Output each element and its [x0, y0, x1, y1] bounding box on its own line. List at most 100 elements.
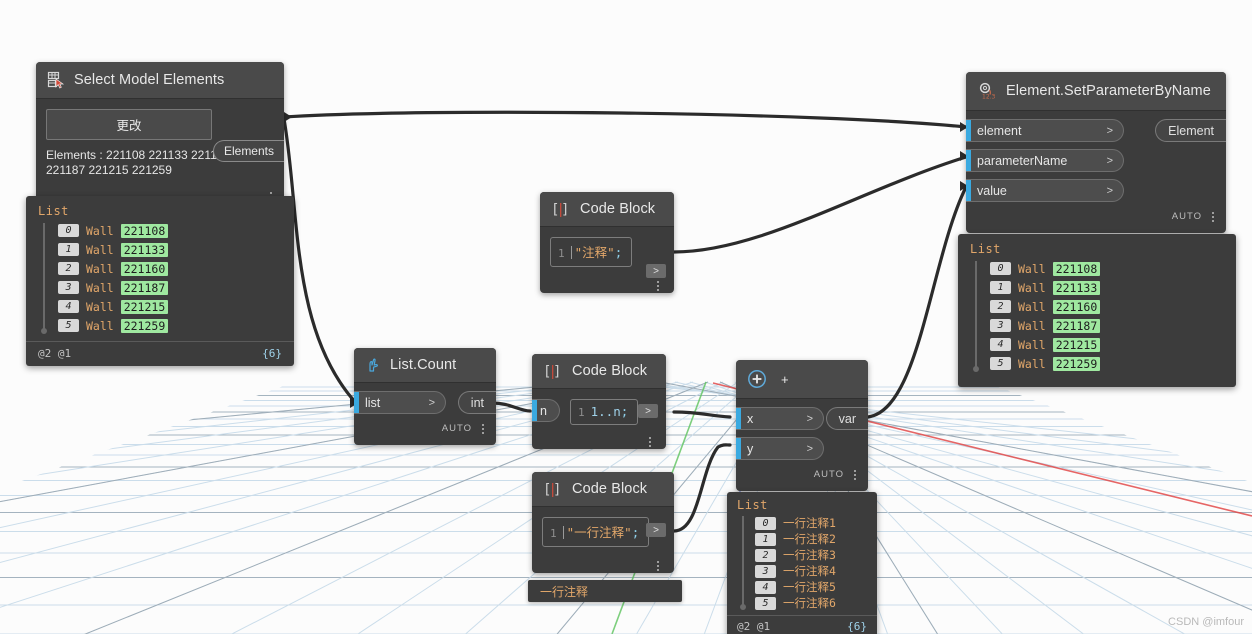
list-index: 2 — [755, 549, 776, 562]
node-menu-icon[interactable] — [854, 470, 856, 480]
code-block-icon: [ | ] — [551, 202, 571, 217]
node-title: List.Count — [390, 357, 456, 373]
node-menu-icon[interactable] — [657, 281, 659, 291]
list-item: 2 Wall 221160 — [38, 259, 282, 278]
port-label: parameterName — [977, 154, 1067, 168]
node-body: x > var y > AUTO — [736, 399, 868, 491]
list-value: 221160 — [121, 262, 169, 276]
output-port-int[interactable]: int — [458, 391, 496, 414]
node-plus[interactable]: + x > var y > AUTO — [736, 360, 868, 491]
chevron-right-icon: > — [807, 413, 813, 425]
output-port-caret[interactable]: > — [646, 264, 666, 278]
list-index: 3 — [755, 565, 776, 578]
node-title: Select Model Elements — [74, 72, 224, 88]
node-header[interactable]: Select Model Elements — [36, 62, 284, 99]
watch-rows: 0 Wall 221108 1 Wall 221133 2 Wall 22116… — [970, 259, 1224, 373]
node-list-count[interactable]: List.Count list > int AUTO — [354, 348, 496, 445]
output-port-elements[interactable]: Elements — [213, 140, 284, 162]
input-port-value[interactable]: value > — [966, 179, 1124, 202]
svg-text:]: ] — [553, 364, 561, 379]
input-port-element[interactable]: element > — [966, 119, 1124, 142]
list-index: 1 — [755, 533, 776, 546]
node-menu-icon[interactable] — [657, 561, 659, 571]
select-model-elements-icon — [47, 71, 65, 89]
code-editor[interactable]: 11..n; — [570, 399, 638, 425]
list-value: 221160 — [1053, 300, 1101, 314]
tooltip-text: 一行注释 — [540, 583, 588, 600]
list-value: 一行注释5 — [783, 579, 836, 595]
list-index: 5 — [990, 357, 1011, 370]
input-port-list[interactable]: list > — [354, 391, 446, 414]
list-item: 4 Wall 221215 — [38, 297, 282, 316]
list-type: Wall — [86, 300, 114, 314]
list-item: 3 一行注释4 — [737, 563, 867, 579]
list-item: 2 一行注释3 — [737, 547, 867, 563]
watch-node-bottom[interactable]: List 0 一行注释1 1 一行注释2 2 一行注释3 3 一行注释4 — [727, 492, 877, 634]
chevron-right-icon: > — [807, 443, 813, 455]
list-type: Wall — [1018, 338, 1046, 352]
output-port-caret[interactable]: > — [646, 523, 666, 537]
list-item: 0 Wall 221108 — [38, 221, 282, 240]
list-index: 1 — [58, 243, 79, 256]
node-element-set-parameter-by-name[interactable]: 12.3 Element.SetParameterByName element … — [966, 72, 1226, 233]
input-port-n[interactable]: n — [532, 399, 560, 422]
node-footer: AUTO — [736, 467, 868, 487]
change-button[interactable]: 更改 — [46, 109, 212, 140]
port-row-value: value > — [966, 179, 1226, 202]
list-value: 221187 — [1053, 319, 1101, 333]
watch-node-left[interactable]: List 0 Wall 221108 1 Wall 221133 2 Wall … — [26, 196, 294, 366]
node-code-block-line-comment[interactable]: [ | ] Code Block 1"一行注释"; > — [532, 472, 674, 573]
list-type: Wall — [86, 281, 114, 295]
output-port-var[interactable]: var — [826, 407, 868, 430]
node-title: Code Block — [572, 363, 647, 379]
port-row-element: element > Element — [966, 119, 1226, 142]
node-title: Code Block — [572, 481, 647, 497]
input-port-y[interactable]: y > — [736, 437, 824, 460]
list-value: 221259 — [121, 319, 169, 333]
code-editor[interactable]: 1"一行注释"; — [542, 517, 649, 547]
input-port-x[interactable]: x > — [736, 407, 824, 430]
list-item: 1 一行注释2 — [737, 531, 867, 547]
node-header[interactable]: [ | ] Code Block — [540, 192, 674, 227]
list-index: 1 — [990, 281, 1011, 294]
list-value: 221133 — [121, 243, 169, 257]
code-editor[interactable]: 1"注释"; — [550, 237, 632, 267]
list-item: 5 Wall 221259 — [38, 316, 282, 335]
port-label: x — [747, 412, 753, 426]
node-header[interactable]: 12.3 Element.SetParameterByName — [966, 72, 1226, 111]
list-count-icon — [365, 357, 381, 373]
node-code-block-comment[interactable]: [ | ] Code Block 1"注释"; > — [540, 192, 674, 293]
list-type: Wall — [1018, 300, 1046, 314]
output-port-element[interactable]: Element — [1155, 119, 1226, 142]
code-terminator: ; — [615, 245, 623, 260]
dynamo-canvas[interactable]: Select Model Elements 更改 Elements Elemen… — [0, 0, 1252, 634]
execution-mode-label[interactable]: AUTO — [1172, 211, 1202, 222]
list-index: 5 — [755, 597, 776, 610]
list-value: 一行注释2 — [783, 531, 836, 547]
node-code-block-range[interactable]: [ | ] Code Block n 11..n; > — [532, 354, 666, 449]
watch-node-right[interactable]: List 0 Wall 221108 1 Wall 221133 2 Wall … — [958, 234, 1236, 387]
node-body: 1"注释"; > — [540, 227, 674, 293]
port-label: y — [747, 442, 753, 456]
list-index: 0 — [58, 224, 79, 237]
plus-circle-icon — [747, 369, 767, 389]
input-port-parameter-name[interactable]: parameterName > — [966, 149, 1124, 172]
output-port-caret[interactable]: > — [638, 404, 658, 418]
svg-text:]: ] — [553, 482, 561, 497]
execution-mode-label[interactable]: AUTO — [814, 469, 844, 480]
node-header[interactable]: List.Count — [354, 348, 496, 383]
node-menu-icon[interactable] — [649, 437, 651, 447]
node-header[interactable]: [ | ] Code Block — [532, 472, 674, 507]
node-menu-icon[interactable] — [482, 424, 484, 434]
node-header[interactable]: + — [736, 360, 868, 399]
port-label: int — [471, 396, 484, 410]
list-type: Wall — [86, 262, 114, 276]
list-type: Wall — [1018, 281, 1046, 295]
list-value: 一行注释6 — [783, 595, 836, 611]
execution-mode-label[interactable]: AUTO — [442, 423, 472, 434]
node-header[interactable]: [ | ] Code Block — [532, 354, 666, 389]
node-body: element > Element parameterName > value … — [966, 111, 1226, 233]
node-menu-icon[interactable] — [1212, 212, 1214, 222]
node-select-model-elements[interactable]: Select Model Elements 更改 Elements Elemen… — [36, 62, 284, 213]
watch-footer: @2 @1 {6} — [727, 615, 877, 634]
